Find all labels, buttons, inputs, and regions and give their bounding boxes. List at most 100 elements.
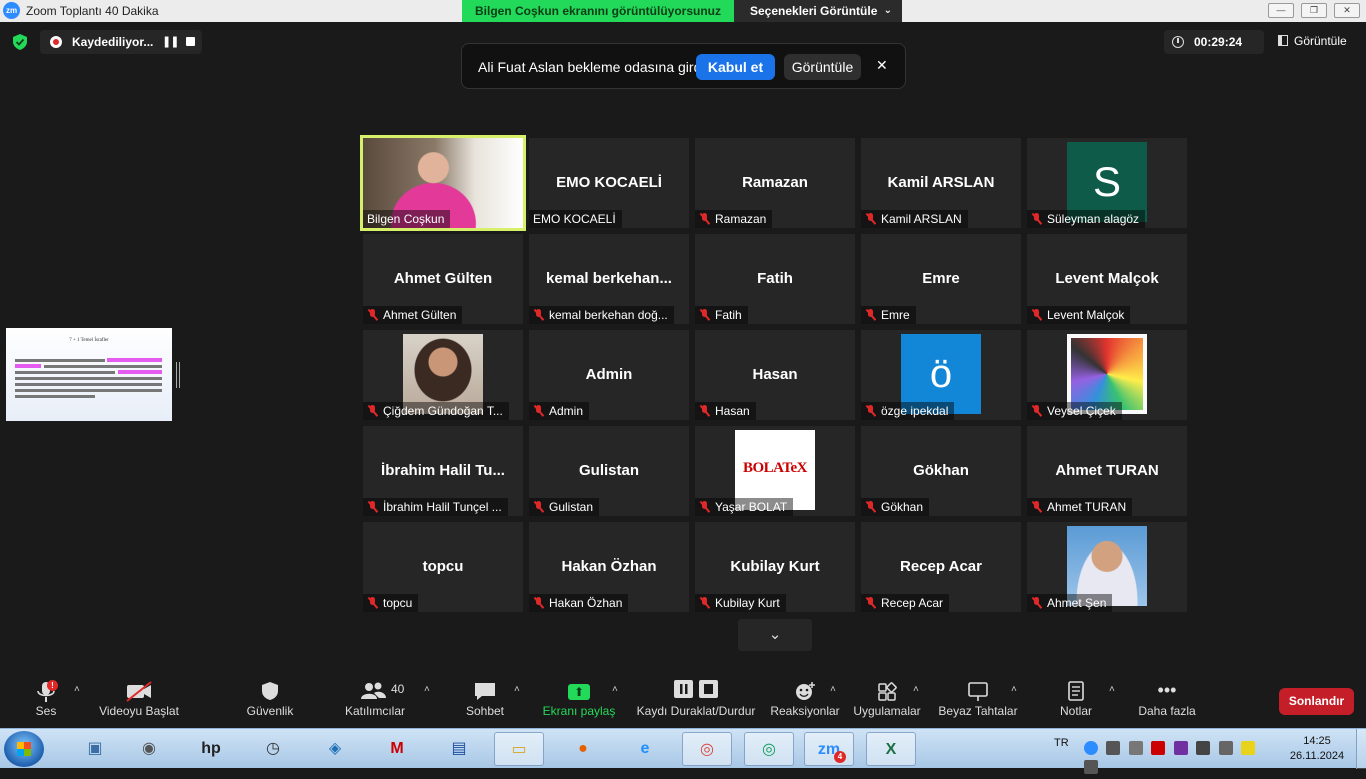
clock-date: 26.11.2024 [1289,750,1345,762]
participant-tile[interactable]: Emre Emre [861,234,1021,324]
share-options-caret[interactable]: ˄ [612,684,618,695]
participant-tile[interactable]: Ahmet Gülten Ahmet Gülten [363,234,523,324]
display-tray-icon[interactable] [1128,741,1143,755]
apps-button[interactable]: Uygulamalar [850,676,924,718]
participant-display-name: İbrahim Halil Tu... [381,462,505,479]
taskbar-clock[interactable]: 14:25 26.11.2024 [1286,734,1348,764]
close-window-button[interactable]: ✕ [1334,3,1360,18]
participant-tile[interactable]: BOLATeX Yaşar BOLAT [695,426,855,516]
maximize-button[interactable]: ❐ [1301,3,1327,18]
chat-button[interactable]: Sohbet [460,676,510,718]
participant-name-text: Hasan [715,404,750,418]
audio-options-caret[interactable]: ˄ [74,684,80,695]
tools-tray-icon[interactable] [1196,741,1211,755]
view-waiting-room-button[interactable]: Görüntüle [784,54,861,80]
thumbnail-resize-handle[interactable] [176,362,180,388]
end-meeting-button[interactable]: Sonlandır [1279,688,1354,715]
action-center-icon[interactable] [1084,760,1098,774]
share-screen-button[interactable]: ⬆ Ekranı paylaş [542,676,616,718]
whiteboard-icon [968,682,988,701]
more-button[interactable]: ••• Daha fazla [1134,676,1200,718]
participant-tile[interactable]: İbrahim Halil Tu... İbrahim Halil Tunçel … [363,426,523,516]
shared-screen-thumbnail[interactable]: 7 + 1 Temel İsrafler [6,328,172,421]
notes-tray-icon[interactable] [1241,741,1256,755]
start-video-button[interactable]: Videoyu Başlat [98,676,180,718]
participant-tile[interactable]: EMO KOCAELİ EMO KOCAELİ [529,138,689,228]
scanner-icon[interactable]: ▤ [434,732,484,766]
onenote-tray-icon[interactable] [1173,741,1188,755]
network-tray-icon[interactable] [1106,741,1121,755]
mcafee-icon[interactable]: M [372,732,422,766]
folder-icon[interactable]: ▭ [494,732,544,766]
volume-tray-icon[interactable] [1218,741,1233,755]
show-desktop-button[interactable] [1356,729,1366,769]
participant-tile[interactable]: Gökhan Gökhan [861,426,1021,516]
participant-tile[interactable]: Ahmet Şen [1027,522,1187,612]
participant-tile[interactable]: Admin Admin [529,330,689,420]
participant-display-name: Ramazan [742,174,808,191]
participant-tile[interactable]: topcu topcu [363,522,523,612]
notes-options-caret[interactable]: ˄ [1109,684,1115,695]
participant-tile[interactable]: Recep Acar Recep Acar [861,522,1021,612]
participant-tile[interactable]: Veysel Çiçek [1027,330,1187,420]
active-speaker-tile[interactable]: Bilgen Coşkun [360,135,526,231]
participant-tile[interactable]: Hakan Özhan Hakan Özhan [529,522,689,612]
participant-display-name: Fatih [757,270,793,287]
notes-button[interactable]: Notlar [1050,676,1102,718]
participant-tile[interactable]: S Süleyman alagöz [1027,138,1187,228]
minimize-button[interactable]: — [1268,3,1294,18]
view-options-button[interactable]: Seçenekleri Görüntüle ⌄ [734,0,902,22]
apps-options-caret[interactable]: ˄ [913,684,919,695]
participant-name-text: Ahmet Gülten [383,308,457,322]
chrome-icon[interactable]: ◎ [682,732,732,766]
notes-label: Notlar [1059,704,1092,718]
language-indicator[interactable]: TR [1054,737,1069,749]
participant-tile[interactable]: Ramazan Ramazan [695,138,855,228]
hp-icon[interactable]: hp [186,732,236,766]
network-app-icon[interactable]: ◈ [310,732,360,766]
pause-recording-button[interactable]: ❚❚ [162,35,179,48]
zoom-taskbar-icon[interactable]: zm [804,732,854,766]
clock-app-icon[interactable]: ◷ [248,732,298,766]
chrome-profile-icon[interactable]: ◎ [744,732,794,766]
participant-tile[interactable]: Çiğdem Gündoğan T... [363,330,523,420]
participant-name-label: EMO KOCAELİ [529,210,622,228]
close-notification-icon[interactable]: ✕ [876,57,888,74]
mcafee-tray-icon[interactable] [1151,741,1166,755]
security-shield-icon[interactable] [12,34,28,50]
chat-options-caret[interactable]: ˄ [514,684,520,695]
audio-button[interactable]: Ses [22,676,70,718]
start-button[interactable] [4,731,44,767]
reactions-label: Reaksiyonlar [770,704,840,718]
excel-icon[interactable]: X [866,732,916,766]
reactions-options-caret[interactable]: ˄ [830,684,836,695]
security-shield-app-icon[interactable]: ▣ [70,732,120,766]
participant-tile[interactable]: Fatih Fatih [695,234,855,324]
stop-recording-button[interactable] [186,37,195,46]
admit-button[interactable]: Kabul et [696,54,775,80]
reactions-button[interactable]: Reaksiyonlar [770,676,840,718]
participant-display-name: Admin [585,366,633,383]
muted-mic-icon [865,213,875,225]
whiteboards-button[interactable]: Beyaz Tahtalar [936,676,1020,718]
media-player-icon[interactable]: ◉ [124,732,174,766]
view-layout-label: Görüntüle [1294,34,1347,48]
firefox-icon[interactable]: ● [558,732,608,766]
participant-tile[interactable]: Ahmet TURAN Ahmet TURAN [1027,426,1187,516]
ie-icon[interactable]: e [620,732,670,766]
participant-tile[interactable]: Kamil ARSLAN Kamil ARSLAN [861,138,1021,228]
participant-tile[interactable]: Kubilay Kurt Kubilay Kurt [695,522,855,612]
view-layout-button[interactable]: Görüntüle [1278,34,1347,48]
participant-tile[interactable]: ö özge ipekdal [861,330,1021,420]
whiteboards-options-caret[interactable]: ˄ [1011,684,1017,695]
participant-tile[interactable]: kemal berkehan... kemal berkehan doğ... [529,234,689,324]
participant-tile[interactable]: Gulistan Gulistan [529,426,689,516]
security-button[interactable]: Güvenlik [240,676,300,718]
waiting-room-notification: Ali Fuat Aslan bekleme odasına girdi Kab… [461,43,906,89]
gallery-next-page-button[interactable]: ⌄ [738,619,812,651]
pause-stop-recording-button[interactable]: Kaydı Duraklat/Durdur [634,676,758,718]
participant-tile[interactable]: Hasan Hasan [695,330,855,420]
participant-tile[interactable]: Levent Malçok Levent Malçok [1027,234,1187,324]
zoom-tray-icon[interactable] [1084,741,1098,755]
participants-options-caret[interactable]: ˄ [424,684,430,695]
